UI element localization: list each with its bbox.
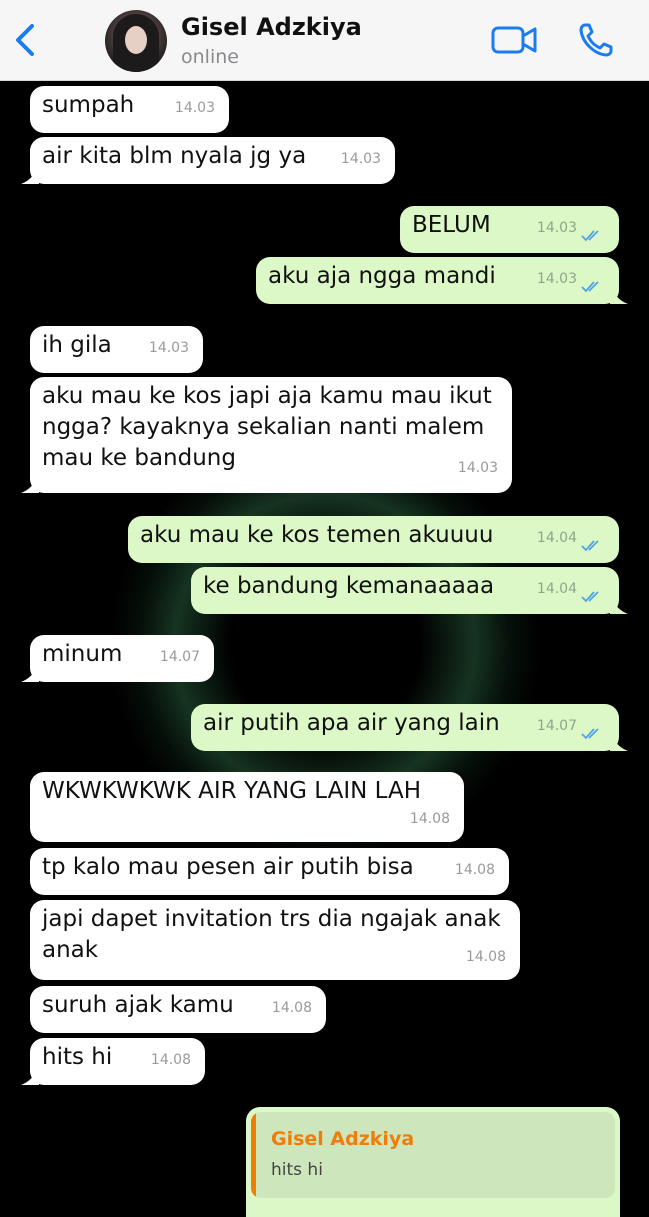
bubble-tail	[610, 735, 628, 751]
message-incoming[interactable]: sumpah 14.03	[30, 86, 229, 133]
message-time: 14.03	[457, 460, 498, 476]
message-outgoing[interactable]: BELUM 14.03	[400, 206, 619, 253]
bubble-tail	[610, 598, 628, 614]
double-check-icon	[581, 281, 599, 293]
message-text: WKWKWKWK AIR YANG LAIN LAH	[42, 778, 422, 804]
message-text: hits hi	[42, 1044, 113, 1070]
message-incoming[interactable]: WKWKWKWK AIR YANG LAIN LAH 14.08	[30, 772, 464, 842]
quoted-message[interactable]: Gisel Adzkiya hits hi	[251, 1112, 615, 1198]
phone-icon	[579, 23, 613, 57]
message-outgoing[interactable]: aku mau ke kos temen akuuuu 14.04	[128, 516, 619, 563]
message-incoming[interactable]: minum 14.07	[21, 635, 214, 682]
double-check-icon	[581, 230, 599, 242]
message-outgoing[interactable]: ke bandung kemanaaaaa 14.04	[191, 567, 628, 614]
message-incoming[interactable]: aku mau ke kos japi aja kamu mau ikut ng…	[21, 377, 512, 493]
message-time: 14.07	[536, 718, 577, 734]
message-incoming[interactable]: tp kalo mau pesen air putih bisa 14.08	[30, 848, 509, 895]
message-outgoing[interactable]: aku aja ngga mandi 14.03	[256, 257, 628, 304]
double-check-icon	[581, 591, 599, 603]
message-time: 14.03	[536, 271, 577, 287]
bubble-tail	[21, 477, 39, 493]
message-time: 14.04	[536, 581, 577, 597]
message-time: 14.07	[159, 649, 200, 665]
message-incoming[interactable]: japi dapet invitation trs dia ngajak ana…	[30, 900, 520, 980]
message-text: japi dapet invitation trs dia ngajak ana…	[42, 906, 501, 963]
bubble-tail	[21, 666, 39, 682]
message-text: ke bandung kemanaaaaa	[203, 573, 495, 599]
message-text: suruh ajak kamu	[42, 992, 234, 1018]
message-time: 14.03	[174, 100, 215, 116]
quote-accent-bar	[251, 1112, 256, 1198]
video-call-button[interactable]	[490, 22, 538, 58]
message-outgoing[interactable]: air putih apa air yang lain 14.07	[191, 704, 628, 751]
bubble-tail	[610, 288, 628, 304]
double-check-icon	[581, 540, 599, 552]
message-time: 14.08	[454, 862, 495, 878]
message-text: tp kalo mau pesen air putih bisa	[42, 854, 414, 880]
message-time: 14.03	[340, 151, 381, 167]
message-text: air kita blm nyala jg ya	[42, 143, 307, 169]
message-text: minum	[42, 641, 123, 667]
message-text: aku aja ngga mandi	[268, 263, 496, 289]
message-text: BELUM	[412, 212, 491, 238]
message-incoming[interactable]: suruh ajak kamu 14.08	[30, 986, 326, 1033]
contact-status: online	[181, 46, 239, 68]
message-text: aku mau ke kos japi aja kamu mau ikut ng…	[42, 383, 492, 471]
contact-avatar[interactable]	[105, 10, 167, 72]
message-outgoing-reply[interactable]: Gisel Adzkiya hits hi	[246, 1107, 620, 1217]
message-incoming[interactable]: air kita blm nyala jg ya 14.03	[21, 137, 395, 184]
voice-call-button[interactable]	[576, 20, 616, 60]
message-text: sumpah	[42, 92, 135, 118]
message-text: ih gila	[42, 332, 112, 358]
message-text: air putih apa air yang lain	[203, 710, 500, 736]
bubble-tail	[21, 168, 39, 184]
chat-header: Gisel Adzkiya online	[0, 0, 649, 81]
quoted-sender-name: Gisel Adzkiya	[271, 1128, 415, 1150]
double-check-icon	[581, 728, 599, 740]
message-text: aku mau ke kos temen akuuuu	[140, 522, 494, 548]
message-time: 14.08	[465, 949, 506, 965]
bubble-tail	[21, 1069, 39, 1085]
message-time: 14.08	[409, 811, 450, 827]
message-incoming[interactable]: ih gila 14.03	[30, 326, 203, 373]
message-time: 14.03	[148, 340, 189, 356]
message-time: 14.08	[150, 1052, 191, 1068]
message-time: 14.04	[536, 530, 577, 546]
contact-name[interactable]: Gisel Adzkiya	[181, 13, 362, 41]
back-button[interactable]	[6, 20, 46, 60]
chevron-left-icon	[16, 24, 34, 56]
video-camera-icon	[491, 26, 537, 54]
quoted-text: hits hi	[271, 1160, 323, 1180]
message-incoming[interactable]: hits hi 14.08	[21, 1038, 205, 1085]
message-time: 14.08	[271, 1000, 312, 1016]
message-time: 14.03	[536, 220, 577, 236]
